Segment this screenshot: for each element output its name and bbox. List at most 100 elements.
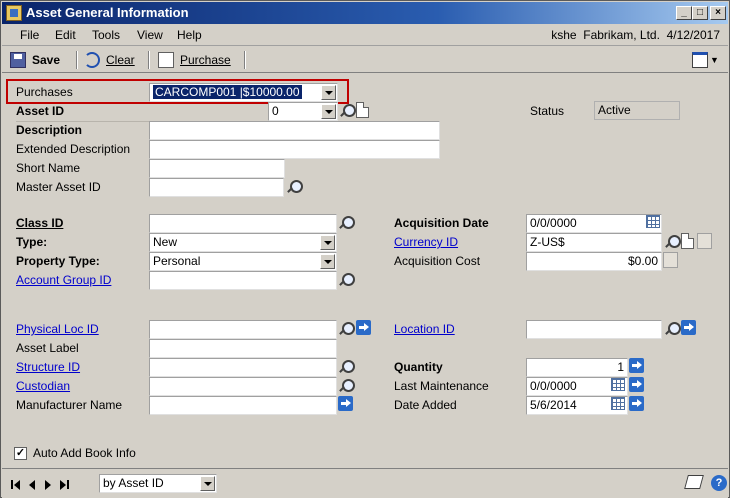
purchases-label: Purchases: [16, 85, 73, 99]
menu-tools[interactable]: Tools: [92, 28, 120, 42]
location-id-go-icon[interactable]: [681, 320, 696, 335]
type-dropdown[interactable]: New: [149, 233, 337, 252]
master-asset-id-lookup-icon[interactable]: [285, 178, 303, 196]
property-type-dropdown[interactable]: Personal: [149, 252, 337, 271]
manufacturer-name-input[interactable]: [149, 396, 337, 415]
location-id-link[interactable]: Location ID: [394, 320, 455, 339]
minimize-button[interactable]: _: [676, 6, 692, 20]
structure-id-input[interactable]: [149, 358, 337, 377]
menu-help[interactable]: Help: [177, 28, 202, 42]
company-name: Fabrikam, Ltd.: [583, 28, 660, 42]
short-name-input[interactable]: [149, 159, 285, 178]
manufacturer-go-icon[interactable]: [338, 396, 353, 411]
window-title: Asset General Information: [26, 5, 189, 20]
currency-id-lookup-icon[interactable]: [663, 233, 681, 251]
extended-description-input[interactable]: [149, 140, 440, 159]
asset-id-lookup-icon[interactable]: [338, 102, 356, 120]
description-label: Description: [16, 123, 83, 137]
custodian-lookup-icon[interactable]: [337, 377, 355, 395]
save-button[interactable]: Save: [10, 51, 60, 69]
asset-suffix-dropdown[interactable]: 0: [268, 102, 338, 121]
acquisition-date-input[interactable]: 0/0/0000: [526, 214, 662, 233]
close-button[interactable]: ×: [710, 6, 726, 20]
account-group-id-input[interactable]: [149, 271, 337, 290]
extended-description-label: Extended Description: [16, 142, 131, 156]
toolbar-separator: [148, 51, 150, 69]
user-company-date: kshe Fabrikam, Ltd. 4/12/2017: [551, 28, 720, 42]
maximize-button[interactable]: □: [692, 6, 708, 20]
auto-add-book-info-checkbox[interactable]: ✓: [14, 447, 27, 460]
location-id-input[interactable]: [526, 320, 662, 339]
currency-exchange-icon[interactable]: [697, 233, 712, 249]
toolbar-separator: [76, 51, 78, 69]
asset-label-input[interactable]: [149, 339, 337, 358]
quantity-input[interactable]: 1: [526, 358, 628, 377]
class-id-input[interactable]: [149, 214, 337, 233]
asset-form: Purchases CARCOMP001 |$10000.00 Asset ID…: [2, 74, 728, 467]
clear-button[interactable]: Clear: [84, 51, 135, 69]
quantity-go-icon[interactable]: [629, 358, 644, 373]
calendar-icon[interactable]: [611, 378, 625, 391]
status-bar: by Asset ID ?: [2, 468, 728, 498]
title-bar[interactable]: Asset General Information _ □ ×: [2, 2, 728, 24]
custodian-link[interactable]: Custodian: [16, 377, 70, 396]
menu-edit[interactable]: Edit: [55, 28, 76, 42]
first-record-icon[interactable]: [10, 479, 22, 491]
master-asset-id-input[interactable]: [149, 178, 284, 197]
next-record-icon[interactable]: [42, 479, 54, 491]
help-icon[interactable]: ?: [711, 475, 727, 491]
previous-record-icon[interactable]: [26, 479, 38, 491]
currency-expand-icon[interactable]: [663, 252, 678, 268]
date-added-go-icon[interactable]: [629, 396, 644, 411]
menu-file[interactable]: File: [20, 28, 39, 42]
acquisition-cost-input[interactable]: $0.00: [526, 252, 662, 271]
acquisition-date-label: Acquisition Date: [394, 216, 489, 230]
purchases-dropdown[interactable]: CARCOMP001 |$10000.00: [149, 83, 338, 102]
currency-id-input[interactable]: Z-US$: [526, 233, 662, 252]
physical-loc-id-link[interactable]: Physical Loc ID: [16, 320, 99, 339]
asset-general-information-window: Asset General Information _ □ × File Edi…: [0, 0, 730, 498]
purchase-button[interactable]: Purchase: [158, 51, 231, 69]
custodian-input[interactable]: [149, 377, 337, 396]
asset-label-label: Asset Label: [16, 341, 79, 355]
physical-loc-id-go-icon[interactable]: [356, 320, 371, 335]
structure-id-lookup-icon[interactable]: [337, 358, 355, 376]
class-id-lookup-icon[interactable]: [337, 214, 355, 232]
status-label: Status: [530, 104, 565, 118]
last-maintenance-label: Last Maintenance: [394, 379, 489, 393]
window-options-button[interactable]: ▼: [692, 51, 719, 69]
note-icon[interactable]: [684, 475, 704, 489]
asset-id-new-icon[interactable]: [356, 102, 369, 118]
description-input[interactable]: [149, 121, 440, 140]
last-record-icon[interactable]: [58, 479, 70, 491]
menu-bar: File Edit Tools View Help kshe Fabrikam,…: [2, 24, 728, 46]
structure-id-link[interactable]: Structure ID: [16, 358, 80, 377]
calendar-icon[interactable]: [611, 397, 625, 410]
class-id-label[interactable]: Class ID: [16, 214, 63, 233]
chevron-down-icon[interactable]: [321, 85, 336, 100]
sort-by-dropdown[interactable]: by Asset ID: [99, 474, 217, 493]
currency-id-link[interactable]: Currency ID: [394, 233, 458, 252]
last-maintenance-go-icon[interactable]: [629, 377, 644, 392]
chevron-down-icon[interactable]: [320, 254, 335, 269]
account-group-id-lookup-icon[interactable]: [337, 271, 355, 289]
chevron-down-icon[interactable]: [320, 235, 335, 250]
currency-id-new-icon[interactable]: [681, 233, 694, 249]
calendar-icon[interactable]: [646, 215, 660, 228]
chevron-down-icon[interactable]: [200, 476, 215, 491]
physical-loc-id-lookup-icon[interactable]: [337, 320, 355, 338]
manufacturer-name-label: Manufacturer Name: [16, 398, 123, 412]
user-date: 4/12/2017: [666, 28, 720, 42]
date-added-label: Date Added: [394, 398, 457, 412]
auto-add-book-info-label: Auto Add Book Info: [33, 446, 136, 460]
user-name: kshe: [551, 28, 577, 42]
account-group-id-link[interactable]: Account Group ID: [16, 271, 111, 290]
floppy-disk-icon: [10, 52, 26, 68]
property-type-label: Property Type:: [16, 254, 100, 268]
toolbar: Save Clear Purchase ▼: [2, 47, 728, 73]
location-id-lookup-icon[interactable]: [663, 320, 681, 338]
menu-view[interactable]: View: [137, 28, 163, 42]
chevron-down-icon[interactable]: [321, 104, 336, 119]
chevron-down-icon: ▼: [710, 55, 719, 65]
physical-loc-id-input[interactable]: [149, 320, 337, 339]
